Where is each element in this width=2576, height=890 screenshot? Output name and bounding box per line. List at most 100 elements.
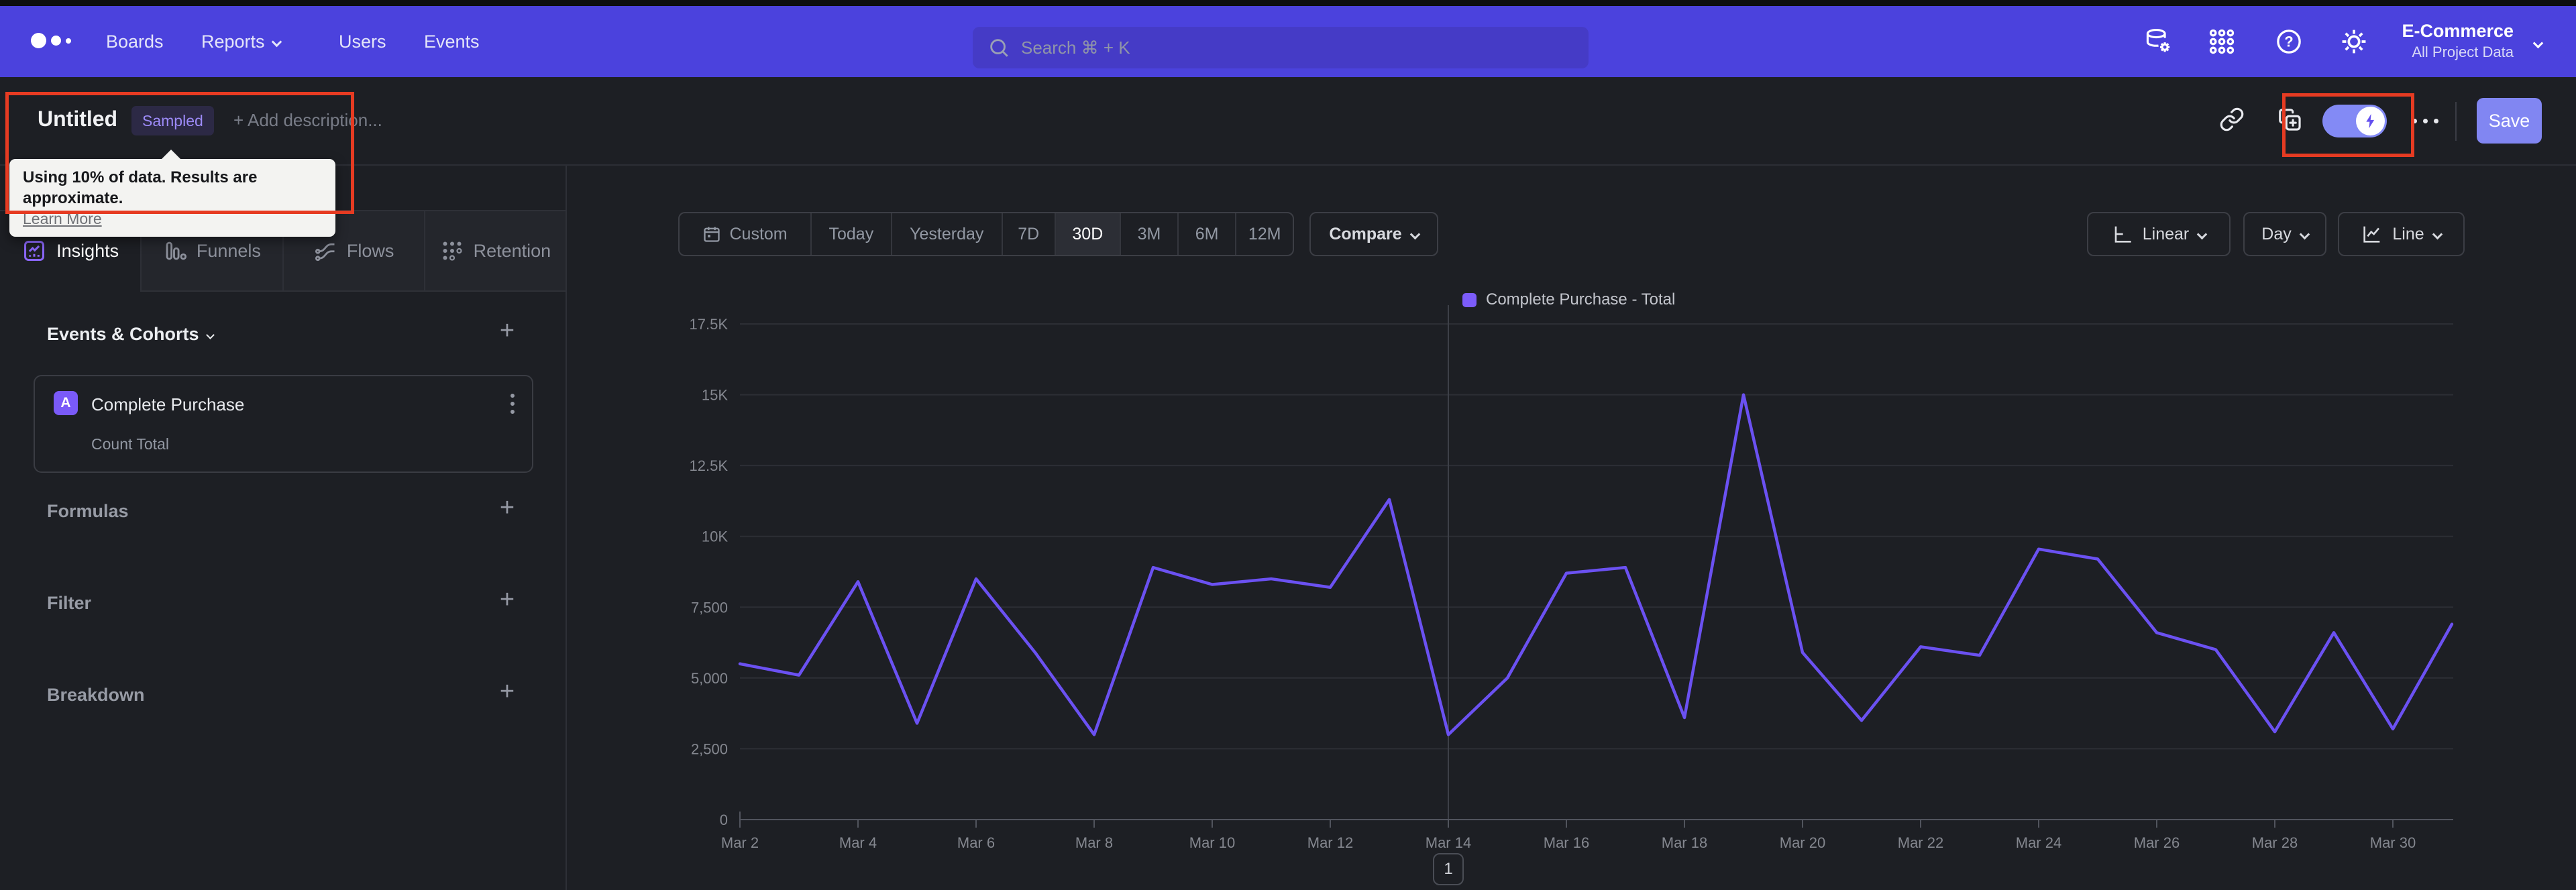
chart-type-dropdown[interactable]: Line	[2338, 212, 2465, 256]
svg-text:Mar 30: Mar 30	[2370, 834, 2416, 851]
nav-item-boards[interactable]: Boards	[106, 6, 164, 77]
svg-text:Mar 20: Mar 20	[1780, 834, 1825, 851]
pagination-page-1[interactable]: 1	[1433, 853, 1464, 885]
svg-text:Mar 18: Mar 18	[1662, 834, 1707, 851]
line-chart-icon	[2363, 226, 2380, 243]
svg-text:12.5K: 12.5K	[690, 457, 729, 474]
toggle-knob	[2356, 107, 2385, 135]
range-6m[interactable]: 6M	[1177, 213, 1236, 255]
formulas-header: Formulas	[47, 501, 129, 521]
svg-text:Mar 26: Mar 26	[2134, 834, 2180, 851]
filter-header: Filter	[47, 593, 92, 613]
chevron-down-icon	[2532, 38, 2544, 49]
svg-text:15K: 15K	[702, 387, 728, 404]
svg-text:5,000: 5,000	[691, 670, 728, 687]
range-today[interactable]: Today	[810, 213, 890, 255]
funnels-icon	[166, 241, 186, 260]
add-event-button[interactable]: +	[494, 318, 521, 345]
search-placeholder: Search ⌘ + K	[1021, 37, 1130, 58]
learn-more-link[interactable]: Learn More	[23, 209, 322, 229]
granularity-dropdown[interactable]: Day	[2243, 212, 2326, 256]
svg-text:Mar 12: Mar 12	[1307, 834, 1353, 851]
chevron-down-icon	[1409, 229, 1420, 239]
svg-text:Mar 6: Mar 6	[957, 834, 995, 851]
range-yesterday[interactable]: Yesterday	[890, 213, 1002, 255]
nav-item-users[interactable]: Users	[339, 6, 386, 77]
report-header: Untitled Sampled + Add description... Sa…	[0, 77, 2576, 166]
calendar-icon	[704, 227, 720, 242]
more-options-button[interactable]	[2412, 119, 2438, 123]
chevron-down-icon	[205, 331, 215, 339]
svg-text:Mar 4: Mar 4	[839, 834, 877, 851]
linear-scale-icon	[2114, 226, 2131, 243]
duplicate-icon[interactable]	[2277, 107, 2302, 132]
add-filter-button[interactable]: +	[494, 587, 521, 614]
project-name: E-Commerce	[2402, 21, 2514, 41]
share-link-icon[interactable]	[2219, 107, 2245, 132]
tooltip-arrow	[160, 150, 182, 160]
event-card-complete-purchase[interactable]: A Complete Purchase Count Total	[34, 375, 533, 473]
query-sidebar: Insights Funnels Flows Retention Events …	[0, 166, 567, 890]
range-7d[interactable]: 7D	[1001, 213, 1055, 255]
svg-text:7,500: 7,500	[691, 599, 728, 616]
event-name[interactable]: Complete Purchase	[91, 394, 244, 415]
divider	[2455, 102, 2457, 141]
scale-dropdown[interactable]: Linear	[2087, 212, 2231, 256]
svg-text:10K: 10K	[702, 529, 728, 545]
add-breakdown-button[interactable]: +	[494, 679, 521, 706]
report-title[interactable]: Untitled	[38, 107, 117, 131]
data-management-icon[interactable]	[2143, 27, 2173, 56]
chart-panel: Custom Today Yesterday 7D 30D 3M 6M 12M …	[567, 166, 2576, 890]
events-cohorts-header[interactable]: Events & Cohorts	[47, 324, 215, 345]
svg-text:?: ?	[2284, 34, 2293, 50]
svg-text:Mar 22: Mar 22	[1898, 834, 1943, 851]
chevron-down-icon	[2196, 229, 2208, 239]
tooltip-text: Using 10% of data. Results are approxima…	[23, 168, 258, 207]
sampling-tooltip: Using 10% of data. Results are approxima…	[9, 150, 335, 237]
window-top-strip	[0, 0, 2576, 6]
help-icon[interactable]: ?	[2274, 27, 2304, 56]
retention-icon	[443, 241, 462, 261]
chevron-down-icon	[271, 36, 282, 48]
range-30d[interactable]: 30D	[1054, 213, 1120, 255]
insights-icon	[24, 241, 45, 261]
add-formula-button[interactable]: +	[494, 495, 521, 522]
apps-grid-icon[interactable]	[2207, 27, 2237, 56]
tab-retention[interactable]: Retention	[423, 211, 566, 292]
range-custom[interactable]: Custom	[680, 213, 810, 255]
svg-text:Mar 28: Mar 28	[2252, 834, 2298, 851]
search-icon	[990, 39, 1008, 57]
compare-button[interactable]: Compare	[1309, 212, 1438, 256]
nav-item-events[interactable]: Events	[424, 6, 480, 77]
nav-item-reports[interactable]: Reports	[201, 6, 282, 77]
date-range-control: Custom Today Yesterday 7D 30D 3M 6M 12M	[678, 212, 1294, 256]
search-input[interactable]: Search ⌘ + K	[973, 27, 1589, 68]
event-menu-button[interactable]	[511, 394, 515, 414]
lightning-bolt-icon	[2366, 113, 2375, 129]
add-description-field[interactable]: + Add description...	[233, 110, 382, 131]
breakdown-header: Breakdown	[47, 685, 145, 705]
svg-text:2,500: 2,500	[691, 740, 728, 757]
top-nav-bar: Boards Reports Users Events Search ⌘ + K…	[0, 6, 2576, 77]
mixpanel-logo-icon[interactable]	[31, 33, 71, 48]
svg-text:Mar 2: Mar 2	[721, 834, 759, 851]
range-12m[interactable]: 12M	[1235, 213, 1293, 255]
project-selector[interactable]: E-Commerce All Project Data	[2385, 19, 2514, 62]
event-aggregation[interactable]: Count Total	[91, 435, 169, 453]
settings-gear-icon[interactable]	[2339, 27, 2369, 56]
line-chart[interactable]: 0 2,500 5,000 7,500 10K 12.5K 15K 17.5K Mar 2 Mar…	[637, 288, 2576, 890]
sampling-toggle[interactable]	[2322, 105, 2387, 137]
svg-text:Mar 16: Mar 16	[1544, 834, 1589, 851]
flows-icon	[315, 243, 335, 262]
event-letter-badge: A	[54, 391, 78, 415]
svg-text:17.5K: 17.5K	[690, 316, 729, 333]
svg-text:Mar 10: Mar 10	[1189, 834, 1235, 851]
svg-text:Mar 14: Mar 14	[1426, 834, 1471, 851]
svg-text:Mar 8: Mar 8	[1075, 834, 1113, 851]
sampled-badge[interactable]: Sampled	[131, 106, 214, 135]
save-button[interactable]: Save	[2477, 98, 2542, 144]
chevron-down-icon	[2299, 229, 2310, 239]
svg-text:0: 0	[720, 812, 728, 828]
range-3m[interactable]: 3M	[1120, 213, 1177, 255]
project-scope: All Project Data	[2412, 44, 2514, 60]
